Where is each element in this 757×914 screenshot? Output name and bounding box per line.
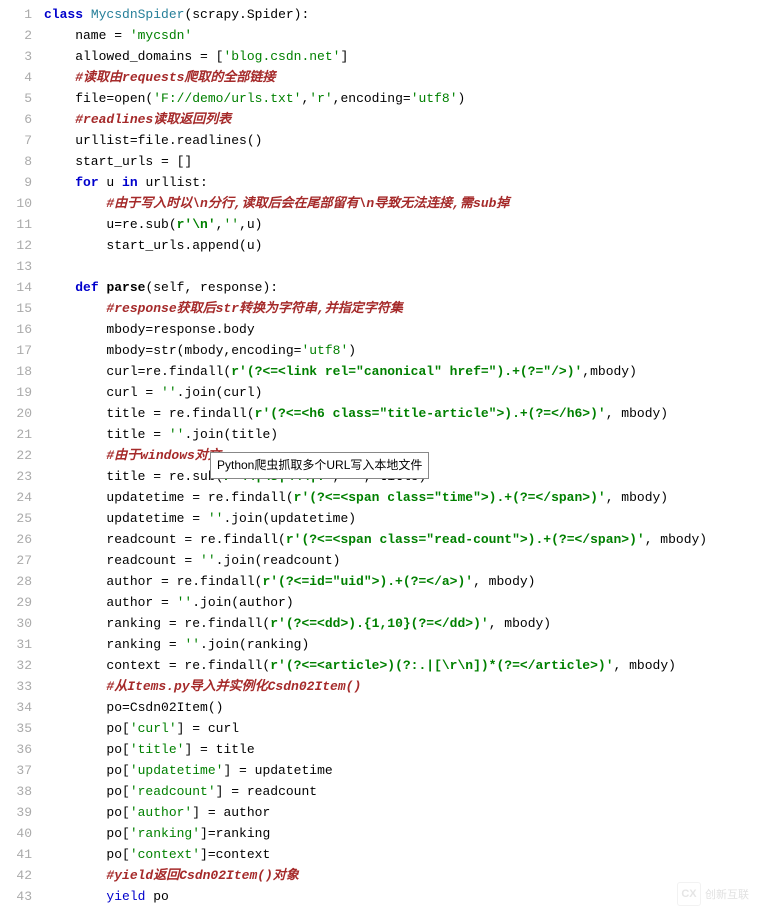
code-line[interactable]: start_urls.append(u) <box>44 235 757 256</box>
code-line[interactable]: class MycsdnSpider(scrapy.Spider): <box>44 4 757 25</box>
code-line[interactable]: po['ranking']=ranking <box>44 823 757 844</box>
line-number: 6 <box>0 109 32 130</box>
code-line[interactable]: mbody=str(mbody,encoding='utf8') <box>44 340 757 361</box>
code-line[interactable]: updatetime = ''.join(updatetime) <box>44 508 757 529</box>
hover-tooltip: Python爬虫抓取多个URL写入本地文件 <box>210 452 429 479</box>
code-line[interactable]: title = re.findall(r'(?<=<h6 class="titl… <box>44 403 757 424</box>
watermark-text: 创新互联 <box>705 886 749 902</box>
code-line[interactable]: mbody=response.body <box>44 319 757 340</box>
code-line[interactable]: #由于写入时以\n分行,读取后会在尾部留有\n导致无法连接,需sub掉 <box>44 193 757 214</box>
line-number: 34 <box>0 697 32 718</box>
code-line[interactable]: readcount = ''.join(readcount) <box>44 550 757 571</box>
line-number: 8 <box>0 151 32 172</box>
code-line[interactable]: #readlines读取返回列表 <box>44 109 757 130</box>
code-line[interactable]: updatetime = re.findall(r'(?<=<span clas… <box>44 487 757 508</box>
line-number: 22 <box>0 445 32 466</box>
code-line[interactable]: po['context']=context <box>44 844 757 865</box>
code-area[interactable]: class MycsdnSpider(scrapy.Spider): name … <box>40 0 757 911</box>
line-number: 19 <box>0 382 32 403</box>
code-line[interactable]: readcount = re.findall(r'(?<=<span class… <box>44 529 757 550</box>
line-number: 9 <box>0 172 32 193</box>
line-number: 5 <box>0 88 32 109</box>
code-line[interactable] <box>44 256 757 277</box>
line-number: 16 <box>0 319 32 340</box>
code-line[interactable]: for u in urllist: <box>44 172 757 193</box>
line-number: 33 <box>0 676 32 697</box>
line-number: 13 <box>0 256 32 277</box>
line-number: 4 <box>0 67 32 88</box>
code-line[interactable]: #yield返回Csdn02Item()对象 <box>44 865 757 886</box>
code-line[interactable]: po['readcount'] = readcount <box>44 781 757 802</box>
code-editor: 1234567891011121314151617181920212223242… <box>0 0 757 911</box>
code-line[interactable]: urllist=file.readlines() <box>44 130 757 151</box>
code-line[interactable]: #读取由requests爬取的全部链接 <box>44 67 757 88</box>
line-number: 15 <box>0 298 32 319</box>
line-number: 27 <box>0 550 32 571</box>
code-line[interactable]: po['curl'] = curl <box>44 718 757 739</box>
line-number: 24 <box>0 487 32 508</box>
line-number: 3 <box>0 46 32 67</box>
line-number: 7 <box>0 130 32 151</box>
line-number: 11 <box>0 214 32 235</box>
line-number: 25 <box>0 508 32 529</box>
code-line[interactable]: po['title'] = title <box>44 739 757 760</box>
line-number: 1 <box>0 4 32 25</box>
code-line[interactable]: def parse(self, response): <box>44 277 757 298</box>
code-line[interactable]: yield po <box>44 886 757 907</box>
code-line[interactable]: #response获取后str转换为字符串,并指定字符集 <box>44 298 757 319</box>
code-line[interactable]: ranking = re.findall(r'(?<=<dd>).{1,10}(… <box>44 613 757 634</box>
line-number-gutter: 1234567891011121314151617181920212223242… <box>0 0 40 911</box>
code-line[interactable]: po=Csdn02Item() <box>44 697 757 718</box>
line-number: 2 <box>0 25 32 46</box>
line-number: 37 <box>0 760 32 781</box>
code-line[interactable]: curl = ''.join(curl) <box>44 382 757 403</box>
line-number: 17 <box>0 340 32 361</box>
watermark: CX 创新互联 <box>677 882 749 906</box>
code-line[interactable]: author = re.findall(r'(?<=id="uid">).+(?… <box>44 571 757 592</box>
code-line[interactable]: allowed_domains = ['blog.csdn.net'] <box>44 46 757 67</box>
line-number: 32 <box>0 655 32 676</box>
tooltip-text: Python爬虫抓取多个URL写入本地文件 <box>217 458 422 472</box>
code-line[interactable]: #从Items.py导入并实例化Csdn02Item() <box>44 676 757 697</box>
line-number: 41 <box>0 844 32 865</box>
line-number: 28 <box>0 571 32 592</box>
code-line[interactable]: po['updatetime'] = updatetime <box>44 760 757 781</box>
line-number: 35 <box>0 718 32 739</box>
code-line[interactable]: ranking = ''.join(ranking) <box>44 634 757 655</box>
line-number: 20 <box>0 403 32 424</box>
line-number: 42 <box>0 865 32 886</box>
code-line[interactable]: title = ''.join(title) <box>44 424 757 445</box>
code-line[interactable]: curl=re.findall(r'(?<=<link rel="canonic… <box>44 361 757 382</box>
line-number: 14 <box>0 277 32 298</box>
line-number: 38 <box>0 781 32 802</box>
line-number: 31 <box>0 634 32 655</box>
code-line[interactable]: start_urls = [] <box>44 151 757 172</box>
line-number: 21 <box>0 424 32 445</box>
code-line[interactable]: author = ''.join(author) <box>44 592 757 613</box>
line-number: 23 <box>0 466 32 487</box>
code-line[interactable]: po['author'] = author <box>44 802 757 823</box>
line-number: 29 <box>0 592 32 613</box>
code-line[interactable]: u=re.sub(r'\n','',u) <box>44 214 757 235</box>
line-number: 12 <box>0 235 32 256</box>
line-number: 36 <box>0 739 32 760</box>
line-number: 40 <box>0 823 32 844</box>
watermark-logo: CX <box>677 882 701 906</box>
code-line[interactable]: file=open('F://demo/urls.txt','r',encodi… <box>44 88 757 109</box>
code-line[interactable]: context = re.findall(r'(?<=<article>)(?:… <box>44 655 757 676</box>
line-number: 30 <box>0 613 32 634</box>
line-number: 39 <box>0 802 32 823</box>
line-number: 26 <box>0 529 32 550</box>
line-number: 10 <box>0 193 32 214</box>
line-number: 43 <box>0 886 32 907</box>
code-line[interactable]: name = 'mycsdn' <box>44 25 757 46</box>
line-number: 18 <box>0 361 32 382</box>
